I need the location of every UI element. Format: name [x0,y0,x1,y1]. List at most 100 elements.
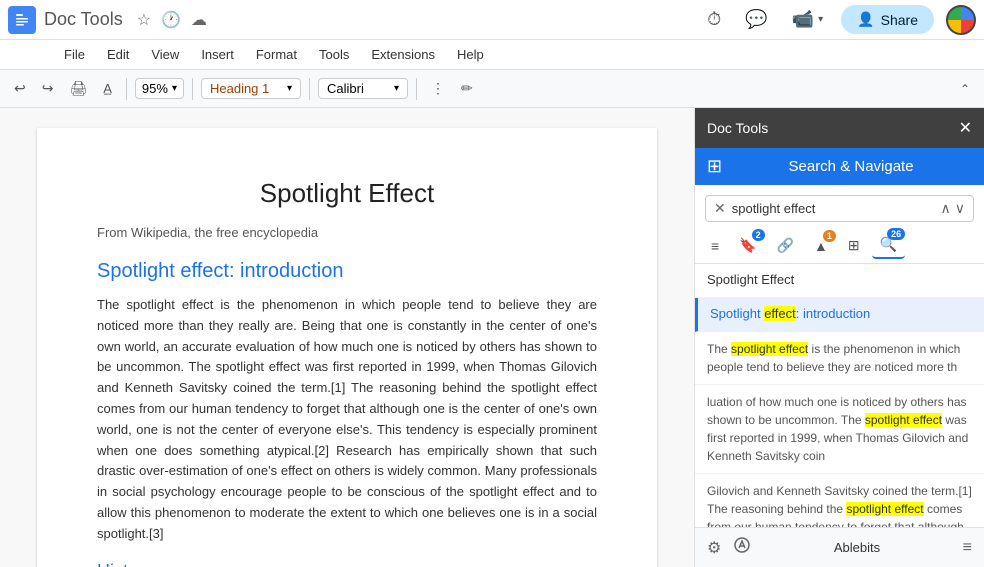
share-button[interactable]: 👤 Share [841,5,934,34]
tab-bar: ≡ 2 🔖 🔗 1 ▲ ⊞ 26 🔍 [695,228,984,264]
footer-menu-icon[interactable]: ≡ [963,539,972,557]
highlight-2: effect [764,306,796,321]
brand-label: Ablebits [834,540,880,555]
document-area[interactable]: Spotlight Effect From Wikipedia, the fre… [0,108,694,567]
cloud-icon[interactable]: ☁ [189,8,209,32]
tab-search[interactable]: 26 🔍 [872,232,905,259]
result-title-1: Spotlight Effect [707,272,972,287]
tab-headings[interactable]: ≡ [703,234,727,258]
result-excerpt-3: The spotlight effect is the phenomenon i… [707,340,972,376]
menu-tools[interactable]: Tools [309,44,359,65]
toolbar-separator-1 [126,78,127,100]
result-item-1[interactable]: Spotlight Effect [695,264,984,298]
menu-insert[interactable]: Insert [191,44,244,65]
result-excerpt-4: luation of how much one is noticed by ot… [707,393,972,465]
intro-heading: Spotlight effect: introduction [97,260,597,283]
panel-title: Doc Tools [707,120,768,136]
panel-nav-bar: ⊞ Search & Navigate [695,148,984,185]
footer-brand: Ablebits [834,540,880,555]
history-btn[interactable]: ⏱ [701,5,727,34]
comments-badge: 1 [823,230,836,242]
undo-button[interactable]: ↩ [8,76,32,101]
tab-tables[interactable]: ⊞ [840,233,868,258]
toolbar-separator-4 [416,78,417,100]
heading-value: Heading 1 [210,81,269,96]
zoom-chevron: ▾ [172,83,177,94]
result-item-2[interactable]: Spotlight effect: introduction [695,298,984,332]
redo-button[interactable]: ↪ [36,76,60,101]
font-value: Calibri [327,81,364,96]
menu-extensions[interactable]: Extensions [361,44,445,65]
search-bar: ✕ spotlight effect ∧ ∨ [705,195,974,222]
menu-format[interactable]: Format [246,44,307,65]
links-icon: 🔗 [777,237,794,254]
heading-chevron: ▾ [287,83,292,94]
search-up-arrow[interactable]: ∧ [941,200,951,217]
main-area: Spotlight Effect From Wikipedia, the fre… [0,108,984,567]
share-icon: 👤 [857,11,874,28]
menu-bar: File Edit View Insert Format Tools Exten… [0,40,984,70]
search-navigation: ∧ ∨ [941,200,966,217]
avatar[interactable] [946,5,976,35]
result-excerpt-5: Gilovich and Kenneth Savitsky coined the… [707,482,972,527]
panel-close-button[interactable]: ✕ [959,118,972,138]
search-clear-icon[interactable]: ✕ [714,200,726,217]
panel-header: Doc Tools ✕ [695,108,984,148]
panel-footer: ⚙ Ablebits ≡ [695,527,984,567]
side-panel: Doc Tools ✕ ⊞ Search & Navigate ✕ spotli… [694,108,984,567]
menu-edit[interactable]: Edit [97,44,139,65]
spellcheck-button[interactable]: A̲ [97,77,118,100]
top-right-icons: ⏱ 💬 📹▾ 👤 Share [701,5,976,35]
footer-icons: ⚙ [707,536,751,559]
star-icon[interactable]: ☆ [135,8,153,32]
result-item-5[interactable]: Gilovich and Kenneth Savitsky coined the… [695,474,984,527]
collapse-toolbar-button[interactable]: ⌃ [954,78,976,100]
paint-format-button[interactable]: ✏ [455,76,479,101]
document-page: Spotlight Effect From Wikipedia, the fre… [37,128,657,567]
tab-links[interactable]: 🔗 [769,233,802,258]
tab-bookmarks[interactable]: 2 🔖 [731,233,764,258]
font-selector[interactable]: Calibri ▾ [318,78,408,99]
tab-comments[interactable]: 1 ▲ [806,234,836,258]
search-down-arrow[interactable]: ∨ [955,200,965,217]
results-list: Spotlight Effect Spotlight effect: intro… [695,264,984,527]
top-bar-icons: ☆ 🕐 ☁ [135,8,209,32]
app-title: Doc Tools [44,9,123,30]
ablebits-icon[interactable] [733,536,751,559]
zoom-value: 95% [142,81,168,96]
menu-view[interactable]: View [141,44,189,65]
history-heading: History [97,561,597,567]
top-bar: Doc Tools ☆ 🕐 ☁ ⏱ 💬 📹▾ 👤 Share [0,0,984,40]
search-badge: 26 [887,228,905,240]
comment-btn[interactable]: 💬 [739,5,773,34]
panel-grid-icon[interactable]: ⊞ [707,156,722,177]
zoom-selector[interactable]: 95% ▾ [135,78,184,99]
bookmarks-badge: 2 [752,229,765,241]
document-subtitle: From Wikipedia, the free encyclopedia [97,225,597,240]
result-title-2: Spotlight effect: introduction [710,306,972,321]
app-icon [8,6,36,34]
panel-nav-title: Search & Navigate [730,158,972,175]
print-button[interactable]: 🖨 [63,76,93,101]
toolbar-separator-2 [192,78,193,100]
highlight-4: spotlight effect [865,413,942,427]
document-body: The spotlight effect is the phenomenon i… [97,295,597,545]
result-item-3[interactable]: The spotlight effect is the phenomenon i… [695,332,984,385]
settings-icon[interactable]: ⚙ [707,538,721,558]
menu-file[interactable]: File [54,44,95,65]
heading-selector[interactable]: Heading 1 ▾ [201,78,301,99]
highlight-5: spotlight effect [846,502,923,516]
headings-icon: ≡ [711,238,719,254]
toolbar-separator-3 [309,78,310,100]
menu-help[interactable]: Help [447,44,494,65]
highlight-3: spotlight effect [731,342,808,356]
search-input[interactable]: spotlight effect [732,201,935,216]
more-options-button[interactable]: ⋮ [425,76,451,101]
history-icon[interactable]: 🕐 [159,8,183,32]
document-title: Spotlight Effect [97,178,597,209]
tables-icon: ⊞ [848,237,860,254]
result-item-4[interactable]: luation of how much one is noticed by ot… [695,385,984,474]
font-chevron: ▾ [394,83,399,94]
toolbar: ↩ ↪ 🖨 A̲ 95% ▾ Heading 1 ▾ Calibri ▾ ⋮ ✏… [0,70,984,108]
video-btn[interactable]: 📹▾ [786,5,829,34]
